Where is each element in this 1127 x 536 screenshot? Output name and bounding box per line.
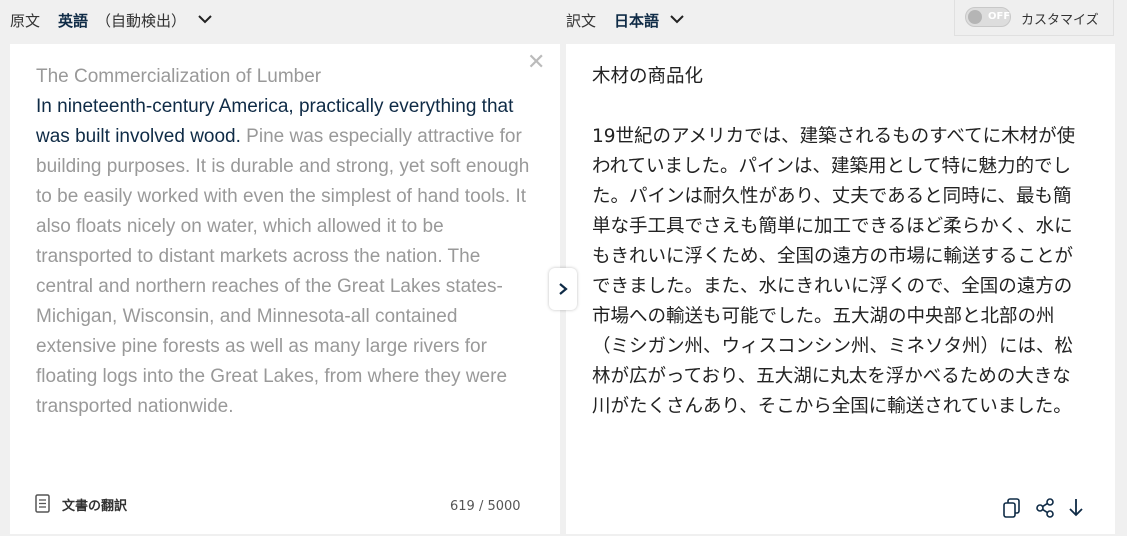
source-panel[interactable]: The Commercialization of Lumber In ninet… (10, 44, 560, 534)
character-count: 619 / 5000 (450, 499, 521, 514)
source-text[interactable]: The Commercialization of Lumber In ninet… (36, 62, 536, 422)
source-title: The Commercialization of Lumber (36, 66, 322, 87)
target-label: 訳文 (566, 12, 597, 30)
document-icon (34, 494, 52, 518)
download-icon[interactable] (1066, 497, 1086, 523)
customize-toggle[interactable]: OFF (965, 7, 1011, 27)
chevron-down-icon[interactable] (196, 10, 214, 28)
chevron-down-icon[interactable] (668, 10, 686, 28)
swap-button[interactable] (549, 268, 577, 310)
target-text: 木材の商品化 19世紀のアメリカでは、建築されるものすべてに木材が使われていまし… (592, 62, 1086, 422)
customize-control: OFF カスタマイズ (954, 0, 1114, 36)
source-language[interactable]: 英語 (58, 10, 88, 31)
target-title: 木材の商品化 (592, 66, 704, 87)
source-remaining-text: Pine was especially attractive for build… (36, 126, 530, 417)
document-translate-label: 文書の翻訳 (62, 499, 128, 514)
source-label: 原文 (10, 12, 41, 30)
toggle-state: OFF (988, 11, 1011, 22)
target-language[interactable]: 日本語 (614, 10, 659, 31)
share-icon[interactable] (1034, 497, 1056, 523)
target-panel: 木材の商品化 19世紀のアメリカでは、建築されるものすべてに木材が使われていまし… (566, 44, 1115, 534)
toggle-knob (968, 10, 982, 24)
close-icon[interactable]: ✕ (527, 52, 545, 74)
target-body: 19世紀のアメリカでは、建築されるものすべてに木材が使われていました。パインは、… (592, 126, 1076, 417)
customize-label[interactable]: カスタマイズ (1021, 9, 1099, 28)
top-bar: 原文 英語 （自動検出） 訳文 日本語 OFF カスタマイズ (0, 0, 1127, 40)
source-auto-detect[interactable]: （自動検出） (96, 10, 186, 31)
copy-icon[interactable] (1002, 497, 1022, 523)
